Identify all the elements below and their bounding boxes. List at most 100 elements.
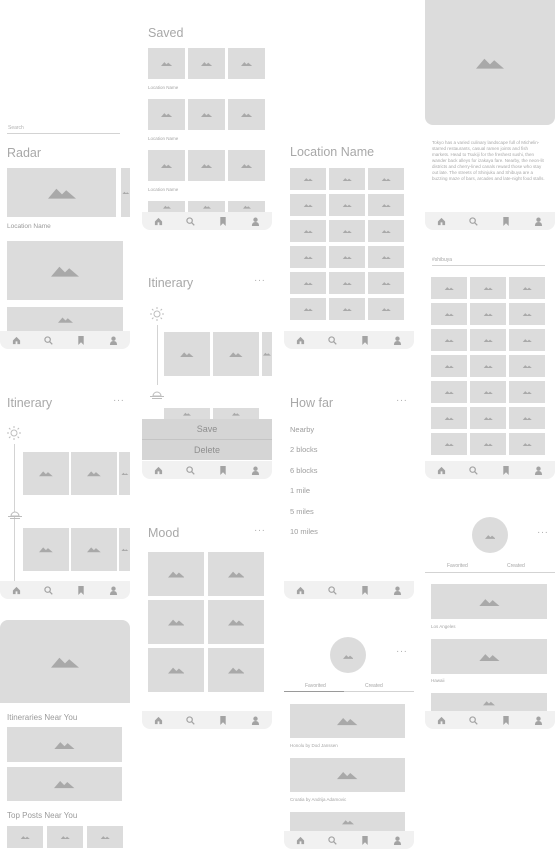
home-icon[interactable] [9, 583, 23, 597]
bookmark-icon[interactable] [499, 214, 513, 228]
hashtag-grid-tile[interactable] [509, 433, 545, 455]
location-grid-tile[interactable] [290, 246, 326, 268]
post-card[interactable] [431, 584, 547, 619]
location-grid-tile[interactable] [290, 272, 326, 294]
itinerary-image[interactable] [23, 452, 69, 495]
saved-thumb[interactable] [188, 99, 225, 130]
post-card-peek[interactable] [290, 812, 405, 832]
location-grid-tile[interactable] [290, 298, 326, 320]
saved-thumb[interactable] [148, 150, 185, 181]
itinerary-image[interactable] [71, 528, 117, 571]
location-grid-tile[interactable] [290, 220, 326, 242]
hashtag-grid-tile[interactable] [431, 329, 467, 351]
bookmark-icon[interactable] [499, 713, 513, 727]
bookmark-icon[interactable] [216, 463, 230, 477]
home-icon[interactable] [151, 214, 165, 228]
more-menu-button[interactable]: ··· [396, 395, 408, 406]
search-input[interactable]: Search [8, 125, 24, 131]
hero-image[interactable] [0, 620, 130, 703]
tab-created[interactable]: Created [507, 563, 525, 569]
distance-option[interactable]: 10 miles [290, 527, 318, 536]
search-icon[interactable] [467, 214, 481, 228]
hashtag-grid-tile[interactable] [431, 303, 467, 325]
saved-thumb[interactable] [188, 48, 225, 79]
mood-tile[interactable] [148, 600, 204, 644]
search-icon[interactable] [184, 463, 198, 477]
delete-button[interactable]: Delete [142, 440, 272, 460]
post-thumb[interactable] [47, 826, 83, 848]
search-icon[interactable] [42, 333, 56, 347]
itinerary-image[interactable] [71, 452, 117, 495]
mood-tile[interactable] [208, 648, 264, 692]
distance-option[interactable]: 5 miles [290, 507, 314, 516]
hashtag-grid-tile[interactable] [470, 303, 506, 325]
saved-thumb[interactable] [228, 150, 265, 181]
hashtag-grid-tile[interactable] [509, 329, 545, 351]
location-grid-tile[interactable] [329, 168, 365, 190]
hashtag-grid-tile[interactable] [470, 355, 506, 377]
location-image-2[interactable] [7, 307, 123, 332]
post-thumb[interactable] [7, 826, 43, 848]
home-icon[interactable] [151, 463, 165, 477]
radar-card-peek[interactable] [121, 168, 130, 217]
hashtag-grid-tile[interactable] [509, 407, 545, 429]
itinerary-image[interactable] [164, 332, 210, 376]
profile-icon[interactable] [532, 463, 546, 477]
distance-option[interactable]: 1 mile [290, 486, 310, 495]
saved-thumb[interactable] [188, 150, 225, 181]
search-icon[interactable] [184, 214, 198, 228]
location-grid-tile[interactable] [329, 194, 365, 216]
saved-thumb[interactable] [228, 99, 265, 130]
profile-icon[interactable] [249, 463, 263, 477]
hashtag-grid-tile[interactable] [470, 277, 506, 299]
tab-favorited[interactable]: Favorited [447, 563, 468, 569]
profile-icon[interactable] [391, 833, 405, 847]
profile-icon[interactable] [532, 713, 546, 727]
itinerary-card[interactable] [7, 727, 122, 762]
hashtag-grid-tile[interactable] [509, 381, 545, 403]
search-icon[interactable] [467, 463, 481, 477]
location-grid-tile[interactable] [329, 220, 365, 242]
saved-thumb[interactable] [228, 48, 265, 79]
bookmark-icon[interactable] [216, 214, 230, 228]
hashtag-grid-tile[interactable] [431, 407, 467, 429]
home-icon[interactable] [293, 333, 307, 347]
hashtag-grid-tile[interactable] [509, 277, 545, 299]
home-icon[interactable] [434, 713, 448, 727]
search-icon[interactable] [184, 713, 198, 727]
search-icon[interactable] [467, 713, 481, 727]
profile-icon[interactable] [107, 583, 121, 597]
search-icon[interactable] [42, 583, 56, 597]
distance-option[interactable]: 2 blocks [290, 445, 318, 454]
location-image[interactable] [7, 241, 123, 300]
radar-card[interactable] [7, 168, 116, 217]
post-card[interactable] [290, 758, 405, 792]
hashtag-grid-tile[interactable] [431, 277, 467, 299]
profile-icon[interactable] [249, 713, 263, 727]
mood-tile[interactable] [148, 648, 204, 692]
location-grid-tile[interactable] [368, 246, 404, 268]
home-icon[interactable] [293, 833, 307, 847]
location-grid-tile[interactable] [368, 168, 404, 190]
post-thumb[interactable] [87, 826, 123, 848]
location-grid-tile[interactable] [329, 298, 365, 320]
mood-tile[interactable] [208, 552, 264, 596]
post-card[interactable] [290, 704, 405, 738]
home-icon[interactable] [9, 333, 23, 347]
hashtag-grid-tile[interactable] [431, 433, 467, 455]
profile-icon[interactable] [391, 333, 405, 347]
bookmark-icon[interactable] [499, 463, 513, 477]
hashtag-grid-tile[interactable] [470, 329, 506, 351]
home-icon[interactable] [151, 713, 165, 727]
bookmark-icon[interactable] [358, 833, 372, 847]
save-button[interactable]: Save [142, 419, 272, 440]
itinerary-card[interactable] [7, 767, 122, 801]
itinerary-image-peek[interactable] [262, 332, 272, 376]
hashtag-grid-tile[interactable] [431, 355, 467, 377]
location-grid-tile[interactable] [290, 194, 326, 216]
search-icon[interactable] [326, 583, 340, 597]
bookmark-icon[interactable] [358, 583, 372, 597]
home-icon[interactable] [434, 214, 448, 228]
tab-favorited[interactable]: Favorited [305, 683, 326, 689]
profile-icon[interactable] [107, 333, 121, 347]
